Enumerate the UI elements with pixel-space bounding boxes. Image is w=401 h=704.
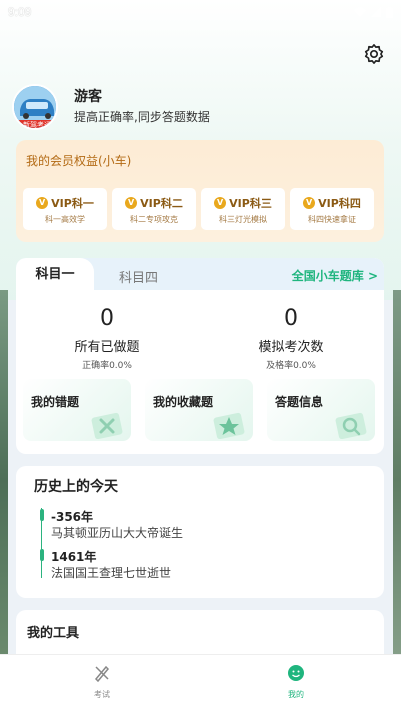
vip-coin-icon: V [303,197,316,209]
event-year: 1461年 [51,550,97,564]
search-icon [335,412,367,439]
vip-item-1[interactable]: V VIP科一 科一高效学 [23,188,107,230]
tab-subject-one[interactable]: 科目一 [16,258,94,292]
timeline-dot [40,549,44,561]
favorites-button[interactable]: 我的收藏题 [145,379,253,441]
vip-item-2[interactable]: V VIP科二 科二专项攻克 [112,188,196,230]
pencil-ruler-icon [94,665,110,683]
vip-item-desc: 科三灯光模拟 [219,215,267,224]
tab-subject-four[interactable]: 科目四 [119,267,158,286]
vip-item-3[interactable]: V VIP科三 科三灯光模拟 [201,188,285,230]
background-edge-left [0,290,8,670]
exam-card: 科目一 科目四 全国小车题库 > 0 所有已做题 正确率0.0% 0 模拟考次数… [16,258,384,454]
avatar[interactable]: 新驾考通 [12,84,58,130]
stat-mock-exams[interactable]: 0 模拟考次数 及格率0.0% [246,306,336,371]
history-today-card: 历史上的今天 -356年 马其顿亚历山大大帝诞生 1461年 法国国王查理七世逝… [16,466,384,598]
nav-item-mine[interactable]: 我的 [266,663,326,700]
stat-value: 0 [100,306,114,331]
nav-label: 我的 [288,690,304,699]
background-edge-right [393,290,401,670]
user-smile-icon [288,665,304,681]
history-title: 历史上的今天 [34,479,118,495]
stat-label: 所有已做题 [74,340,140,355]
profile-name[interactable]: 游客 [74,86,102,106]
vip-coin-icon: V [36,197,49,209]
vip-item-4[interactable]: V VIP科四 科四快速拿证 [290,188,374,230]
nav-item-exam[interactable]: 考试 [72,663,132,700]
wrong-questions-button[interactable]: 我的错题 [23,379,131,441]
function-row: 我的错题 我的收藏题 答题信息 [23,379,375,441]
vip-item-label: VIP科二 [140,197,183,210]
stat-label: 模拟考次数 [258,340,324,355]
function-label: 我的错题 [31,395,80,409]
bottom-nav: 考试 我的 [0,654,401,704]
stat-done-questions[interactable]: 0 所有已做题 正确率0.0% [62,306,152,371]
status-icons [354,6,393,18]
nav-label: 考试 [94,690,110,699]
battery-icon [386,6,393,18]
signal-icon [371,7,381,17]
status-time: 9:09 [8,5,32,19]
vip-item-desc: 科四快速拿证 [308,215,356,224]
stat-value: 0 [284,306,298,331]
event-text[interactable]: 马其顿亚历山大大帝诞生 [51,524,183,541]
vip-coin-icon: V [214,197,227,209]
event-year: -356年 [51,510,94,524]
vip-item-desc: 科二专项攻克 [130,215,178,224]
vip-item-label: VIP科一 [51,197,94,210]
wifi-icon [354,7,366,17]
status-bar: 9:09 [0,0,401,24]
answer-info-button[interactable]: 答题信息 [267,379,375,441]
wrong-x-icon [91,412,123,439]
vip-item-desc: 科一高效学 [45,215,85,224]
stat-sub: 正确率0.0% [82,361,132,371]
star-icon [213,412,245,439]
function-label: 我的收藏题 [153,395,214,409]
settings-gear-icon[interactable] [363,43,385,65]
tools-title: 我的工具 [27,626,80,641]
vip-item-label: VIP科三 [229,197,272,210]
timeline-dot [40,509,44,521]
stat-sub: 及格率0.0% [266,361,316,371]
vip-coin-icon: V [125,197,138,209]
event-text[interactable]: 法国国王查理七世逝世 [51,564,171,581]
vip-benefits-card: 我的会员权益(小车) V VIP科一 科一高效学 V VIP科二 科二专项攻克 VV… [16,140,384,242]
vip-item-label: VIP科四 [318,197,361,210]
function-label: 答题信息 [275,395,324,409]
vip-title: 我的会员权益(小车) [26,154,132,168]
question-bank-link[interactable]: 全国小车题库 > [292,267,378,284]
vip-items: V VIP科一 科一高效学 V VIP科二 科二专项攻克 V VIP科三 科三灯光模拟… [23,188,374,230]
profile-subtitle: 提高正确率,同步答题数据 [74,110,210,124]
